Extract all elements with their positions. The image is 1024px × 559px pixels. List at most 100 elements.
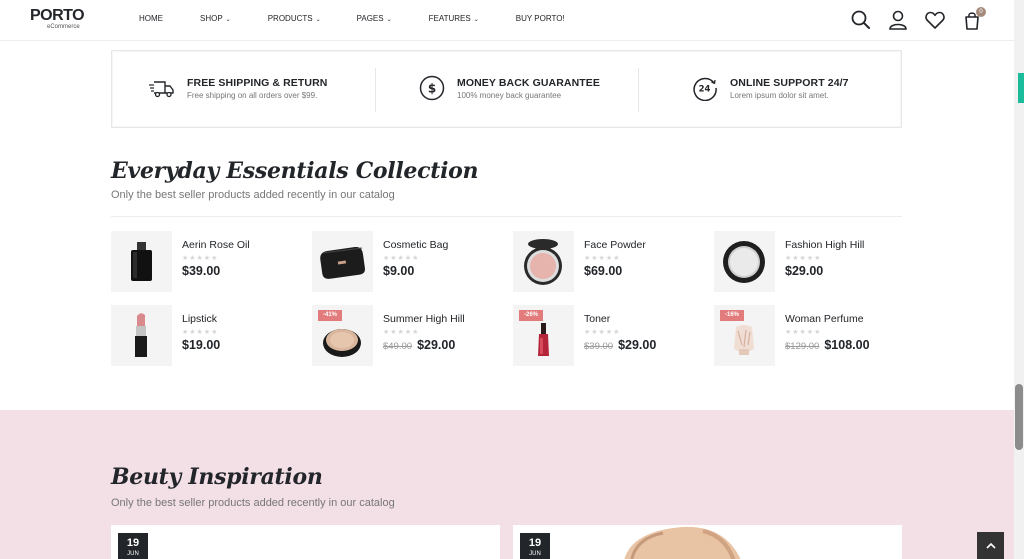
nav-home-label: HOME [139,14,163,23]
price-current: $29.00 [417,338,456,352]
feature-support: 24 ONLINE SUPPORT 24/7 Lorem ipsum dolor… [692,51,892,127]
product-name[interactable]: Toner [584,313,610,325]
nav-pages-label: PAGES [356,14,384,23]
feature-subtitle: 100% money back guarantee [457,91,562,100]
rating-stars: ★★★★★ [383,329,420,336]
product-name[interactable]: Cosmetic Bag [383,239,448,251]
logo[interactable]: PORTO eCommerce [30,8,90,34]
product-card[interactable]: Face Powder ★★★★★ $69.00 [513,231,703,293]
product-card[interactable]: Lipstick ★★★★★ $19.00 [111,305,301,367]
blog-card[interactable] [513,525,902,559]
features-box: FREE SHIPPING & RETURN Free shipping on … [111,50,902,128]
product-image[interactable] [714,231,775,292]
rating-stars: ★★★★★ [584,255,621,262]
product-name[interactable]: Lipstick [182,313,217,325]
product-image[interactable]: -26% [513,305,574,366]
section-title: Beuty Inspiration [111,464,323,490]
product-price: $19.00 [182,338,220,352]
post-date-badge: 19 JUN [520,533,550,559]
divider [375,68,376,112]
price-current: $9.00 [383,264,415,278]
price-current: $19.00 [182,338,221,352]
sale-badge: -16% [720,310,745,321]
product-card[interactable]: -41% Summer High Hill ★★★★★ $49.00 $29.00 [312,305,502,367]
blog-card[interactable] [111,525,500,559]
post-date-day: 19 [126,537,140,549]
section-title: Everyday Essentials Collection [111,158,479,184]
blog-image [624,526,741,559]
product-name[interactable]: Summer High Hill [383,313,465,325]
nav-features-label: FEATURES [428,14,471,23]
price-old: $129.00 [785,341,820,352]
product-price: $29.00 [785,264,823,278]
rating-stars: ★★★★★ [182,329,219,336]
scrollbar-thumb[interactable] [1015,384,1023,450]
compact-mirror-image [723,241,765,283]
cart-count-badge: 0 [976,7,986,17]
product-card[interactable]: Cosmetic Bag ★★★★★ $9.00 [312,231,502,293]
feature-money-back: $ MONEY BACK GUARANTEE 100% money back g… [419,51,649,127]
divider [111,216,902,217]
product-image[interactable] [111,305,172,366]
product-name[interactable]: Face Powder [584,239,646,251]
product-name[interactable]: Aerin Rose Oil [182,239,250,251]
product-card[interactable]: -16% Woman Perfume ★★★★★ $129.00 $108.00 [714,305,904,367]
price-current: $29.00 [785,264,824,278]
product-image[interactable] [111,231,172,292]
back-to-top-button[interactable] [977,532,1004,559]
nav-features[interactable]: FEATURES ⌄ [429,14,479,23]
rating-stars: ★★★★★ [383,255,420,262]
product-card[interactable]: Aerin Rose Oil ★★★★★ $39.00 [111,231,301,293]
heart-icon[interactable] [924,9,946,31]
product-price: $9.00 [383,264,414,278]
rating-stars: ★★★★★ [584,329,621,336]
cart-icon[interactable]: 0 [962,7,986,31]
feature-title: MONEY BACK GUARANTEE [457,77,600,89]
product-image[interactable] [513,231,574,292]
post-date-month: JUN [127,551,139,557]
product-card[interactable]: Fashion High Hill ★★★★★ $29.00 [714,231,904,293]
face-powder-image [524,239,562,285]
product-image[interactable]: -16% [714,305,775,366]
user-icon[interactable] [887,9,909,31]
divider [638,68,639,112]
cosmetic-bag-image [320,246,365,279]
support-24-icon: 24 [692,75,718,102]
nav-products-label: PRODUCTS [267,14,313,23]
nav-home[interactable]: HOME [139,14,163,23]
product-card[interactable]: -26% Toner ★★★★★ $39.00 $29.00 [513,305,703,367]
product-price: $39.00 $29.00 [584,338,656,352]
lipstick-image [135,313,147,357]
chevron-down-icon: ⌄ [473,17,479,23]
svg-text:$: $ [428,82,436,96]
price-current: $69.00 [584,264,623,278]
side-panel-tab[interactable] [1018,73,1024,103]
perfume-bottle-image [131,242,152,281]
product-image[interactable]: -41% [312,305,373,366]
nav-shop[interactable]: SHOP ⌄ [200,14,231,23]
site-header: PORTO eCommerce HOME SHOP ⌄ PRODUCTS ⌄ PAG… [0,0,1014,41]
price-current: $29.00 [618,338,657,352]
nav-pages[interactable]: PAGES ⌄ [357,14,392,23]
section-subtitle: Only the best seller products added rece… [111,189,395,201]
search-icon[interactable] [850,9,872,31]
main-nav: HOME SHOP ⌄ PRODUCTS ⌄ PAGES ⌄ FEATURES ⌄ BU… [139,14,565,23]
nav-products[interactable]: PRODUCTS ⌄ [268,14,321,23]
post-date-month: JUN [529,551,541,557]
price-current: $108.00 [824,338,870,352]
price-current: $39.00 [182,264,221,278]
feature-subtitle: Free shipping on all orders over $99. [187,91,318,100]
product-price: $39.00 [182,264,220,278]
sale-badge: -26% [519,310,544,321]
product-price: $69.00 [584,264,622,278]
chevron-down-icon: ⌄ [315,17,321,23]
chevron-down-icon: ⌄ [386,17,392,23]
product-name[interactable]: Fashion High Hill [785,239,864,251]
price-old: $49.00 [383,341,413,352]
chevron-down-icon: ⌄ [225,17,231,23]
product-name[interactable]: Woman Perfume [785,313,864,325]
nav-buy-porto[interactable]: BUY PORTO! [516,14,565,23]
feature-shipping: FREE SHIPPING & RETURN Free shipping on … [148,51,378,127]
product-image[interactable] [312,231,373,292]
product-price: $49.00 $29.00 [383,338,455,352]
